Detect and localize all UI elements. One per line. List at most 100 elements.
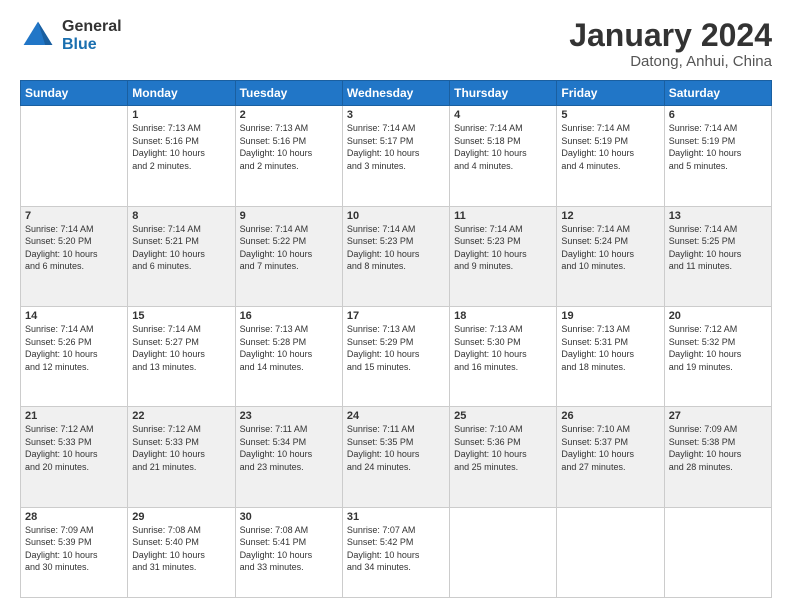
day-info: Sunrise: 7:14 AM Sunset: 5:20 PM Dayligh… [25, 223, 123, 273]
week-row-5: 28Sunrise: 7:09 AM Sunset: 5:39 PM Dayli… [21, 507, 772, 597]
calendar-cell: 15Sunrise: 7:14 AM Sunset: 5:27 PM Dayli… [128, 306, 235, 406]
logo-icon [20, 18, 56, 54]
calendar-cell: 31Sunrise: 7:07 AM Sunset: 5:42 PM Dayli… [342, 507, 449, 597]
day-number: 2 [240, 109, 338, 121]
day-number: 9 [240, 210, 338, 222]
weekday-header-thursday: Thursday [450, 81, 557, 106]
day-number: 20 [669, 310, 767, 322]
calendar-cell: 2Sunrise: 7:13 AM Sunset: 5:16 PM Daylig… [235, 106, 342, 206]
logo-blue-label: Blue [62, 36, 122, 54]
weekday-header-tuesday: Tuesday [235, 81, 342, 106]
calendar-cell: 26Sunrise: 7:10 AM Sunset: 5:37 PM Dayli… [557, 407, 664, 507]
day-number: 25 [454, 410, 552, 422]
title-block: January 2024 Datong, Anhui, China [569, 18, 772, 70]
day-info: Sunrise: 7:14 AM Sunset: 5:23 PM Dayligh… [454, 223, 552, 273]
week-row-4: 21Sunrise: 7:12 AM Sunset: 5:33 PM Dayli… [21, 407, 772, 507]
calendar-cell: 12Sunrise: 7:14 AM Sunset: 5:24 PM Dayli… [557, 206, 664, 306]
calendar-cell: 18Sunrise: 7:13 AM Sunset: 5:30 PM Dayli… [450, 306, 557, 406]
day-info: Sunrise: 7:14 AM Sunset: 5:26 PM Dayligh… [25, 323, 123, 373]
calendar-cell: 17Sunrise: 7:13 AM Sunset: 5:29 PM Dayli… [342, 306, 449, 406]
day-info: Sunrise: 7:14 AM Sunset: 5:19 PM Dayligh… [561, 122, 659, 172]
day-number: 11 [454, 210, 552, 222]
calendar-cell [664, 507, 771, 597]
day-number: 22 [132, 410, 230, 422]
day-number: 3 [347, 109, 445, 121]
day-info: Sunrise: 7:09 AM Sunset: 5:39 PM Dayligh… [25, 524, 123, 574]
day-info: Sunrise: 7:13 AM Sunset: 5:16 PM Dayligh… [132, 122, 230, 172]
day-info: Sunrise: 7:08 AM Sunset: 5:41 PM Dayligh… [240, 524, 338, 574]
calendar-cell: 30Sunrise: 7:08 AM Sunset: 5:41 PM Dayli… [235, 507, 342, 597]
day-number: 8 [132, 210, 230, 222]
logo-general-label: General [62, 18, 122, 36]
day-number: 16 [240, 310, 338, 322]
day-info: Sunrise: 7:14 AM Sunset: 5:22 PM Dayligh… [240, 223, 338, 273]
calendar-cell: 25Sunrise: 7:10 AM Sunset: 5:36 PM Dayli… [450, 407, 557, 507]
calendar-cell: 13Sunrise: 7:14 AM Sunset: 5:25 PM Dayli… [664, 206, 771, 306]
day-number: 14 [25, 310, 123, 322]
day-number: 4 [454, 109, 552, 121]
day-info: Sunrise: 7:08 AM Sunset: 5:40 PM Dayligh… [132, 524, 230, 574]
day-number: 28 [25, 511, 123, 523]
calendar-cell: 6Sunrise: 7:14 AM Sunset: 5:19 PM Daylig… [664, 106, 771, 206]
day-number: 29 [132, 511, 230, 523]
week-row-1: 1Sunrise: 7:13 AM Sunset: 5:16 PM Daylig… [21, 106, 772, 206]
calendar-cell: 16Sunrise: 7:13 AM Sunset: 5:28 PM Dayli… [235, 306, 342, 406]
calendar-cell: 3Sunrise: 7:14 AM Sunset: 5:17 PM Daylig… [342, 106, 449, 206]
calendar-cell: 14Sunrise: 7:14 AM Sunset: 5:26 PM Dayli… [21, 306, 128, 406]
calendar-cell: 9Sunrise: 7:14 AM Sunset: 5:22 PM Daylig… [235, 206, 342, 306]
calendar-cell: 19Sunrise: 7:13 AM Sunset: 5:31 PM Dayli… [557, 306, 664, 406]
calendar-cell: 28Sunrise: 7:09 AM Sunset: 5:39 PM Dayli… [21, 507, 128, 597]
day-number: 31 [347, 511, 445, 523]
day-number: 18 [454, 310, 552, 322]
day-info: Sunrise: 7:14 AM Sunset: 5:18 PM Dayligh… [454, 122, 552, 172]
day-info: Sunrise: 7:14 AM Sunset: 5:21 PM Dayligh… [132, 223, 230, 273]
weekday-header-monday: Monday [128, 81, 235, 106]
calendar-cell: 4Sunrise: 7:14 AM Sunset: 5:18 PM Daylig… [450, 106, 557, 206]
calendar-cell: 8Sunrise: 7:14 AM Sunset: 5:21 PM Daylig… [128, 206, 235, 306]
calendar-cell: 21Sunrise: 7:12 AM Sunset: 5:33 PM Dayli… [21, 407, 128, 507]
day-info: Sunrise: 7:07 AM Sunset: 5:42 PM Dayligh… [347, 524, 445, 574]
day-info: Sunrise: 7:14 AM Sunset: 5:24 PM Dayligh… [561, 223, 659, 273]
calendar-cell: 29Sunrise: 7:08 AM Sunset: 5:40 PM Dayli… [128, 507, 235, 597]
day-info: Sunrise: 7:14 AM Sunset: 5:25 PM Dayligh… [669, 223, 767, 273]
day-number: 15 [132, 310, 230, 322]
page: General Blue January 2024 Datong, Anhui,… [0, 0, 792, 612]
day-info: Sunrise: 7:10 AM Sunset: 5:37 PM Dayligh… [561, 423, 659, 473]
calendar-cell: 20Sunrise: 7:12 AM Sunset: 5:32 PM Dayli… [664, 306, 771, 406]
calendar-cell [21, 106, 128, 206]
day-info: Sunrise: 7:14 AM Sunset: 5:27 PM Dayligh… [132, 323, 230, 373]
day-number: 19 [561, 310, 659, 322]
day-info: Sunrise: 7:11 AM Sunset: 5:34 PM Dayligh… [240, 423, 338, 473]
day-info: Sunrise: 7:12 AM Sunset: 5:33 PM Dayligh… [132, 423, 230, 473]
calendar-cell [557, 507, 664, 597]
day-number: 23 [240, 410, 338, 422]
day-info: Sunrise: 7:14 AM Sunset: 5:23 PM Dayligh… [347, 223, 445, 273]
week-row-2: 7Sunrise: 7:14 AM Sunset: 5:20 PM Daylig… [21, 206, 772, 306]
day-info: Sunrise: 7:11 AM Sunset: 5:35 PM Dayligh… [347, 423, 445, 473]
day-number: 17 [347, 310, 445, 322]
day-info: Sunrise: 7:13 AM Sunset: 5:29 PM Dayligh… [347, 323, 445, 373]
day-info: Sunrise: 7:14 AM Sunset: 5:17 PM Dayligh… [347, 122, 445, 172]
title-month: January 2024 [569, 18, 772, 53]
calendar-table: SundayMondayTuesdayWednesdayThursdayFrid… [20, 80, 772, 598]
day-number: 5 [561, 109, 659, 121]
weekday-header-saturday: Saturday [664, 81, 771, 106]
calendar-cell: 22Sunrise: 7:12 AM Sunset: 5:33 PM Dayli… [128, 407, 235, 507]
day-number: 12 [561, 210, 659, 222]
title-location: Datong, Anhui, China [569, 53, 772, 70]
weekday-header-friday: Friday [557, 81, 664, 106]
day-number: 27 [669, 410, 767, 422]
day-number: 30 [240, 511, 338, 523]
logo-text: General Blue [62, 18, 122, 53]
day-info: Sunrise: 7:13 AM Sunset: 5:30 PM Dayligh… [454, 323, 552, 373]
day-number: 26 [561, 410, 659, 422]
header: General Blue January 2024 Datong, Anhui,… [20, 18, 772, 70]
calendar-cell: 24Sunrise: 7:11 AM Sunset: 5:35 PM Dayli… [342, 407, 449, 507]
calendar-cell [450, 507, 557, 597]
calendar-cell: 5Sunrise: 7:14 AM Sunset: 5:19 PM Daylig… [557, 106, 664, 206]
day-info: Sunrise: 7:13 AM Sunset: 5:31 PM Dayligh… [561, 323, 659, 373]
weekday-header-wednesday: Wednesday [342, 81, 449, 106]
calendar-cell: 10Sunrise: 7:14 AM Sunset: 5:23 PM Dayli… [342, 206, 449, 306]
day-number: 1 [132, 109, 230, 121]
day-number: 10 [347, 210, 445, 222]
